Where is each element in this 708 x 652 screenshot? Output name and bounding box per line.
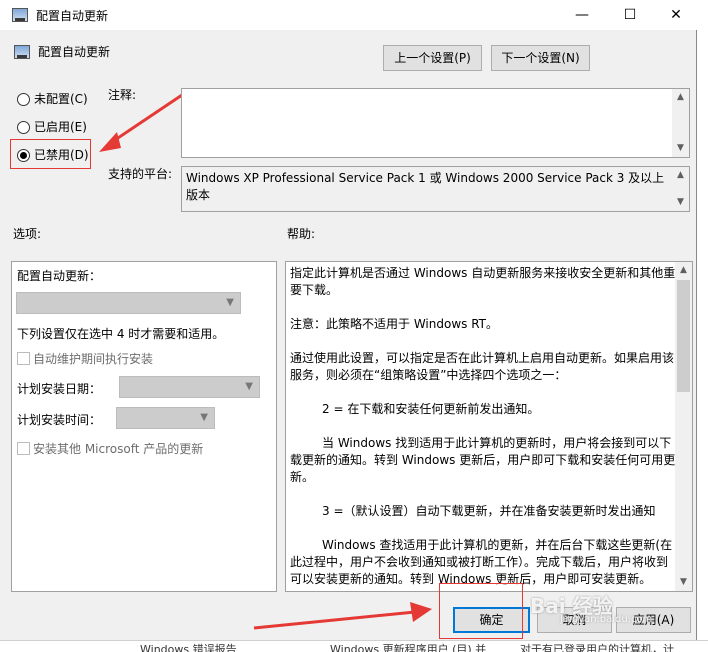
help-paragraph: 当 Windows 找到适用于此计算机的更新时，用户将会接到可以下载更新的通知。… <box>290 436 676 484</box>
install-day-dropdown[interactable]: ▼ <box>119 376 260 398</box>
platform-scrollbar[interactable]: ▲ ▼ <box>672 167 689 211</box>
options-note: 下列设置仅在选中 4 时才需要和适用。 <box>17 327 225 341</box>
policy-icon <box>14 45 30 59</box>
comment-textarea[interactable]: ▲ ▼ <box>181 88 690 158</box>
background-text-left: Windows 错误报告 <box>140 643 237 652</box>
install-time-label: 计划安装时间： <box>17 413 102 427</box>
radio-label: 已启用(E) <box>34 120 87 134</box>
maximize-button[interactable]: ☐ <box>607 0 653 30</box>
comment-label: 注释: <box>108 88 137 102</box>
platform-label: 支持的平台: <box>108 167 173 181</box>
radio-label: 未配置(C) <box>34 92 88 106</box>
maintenance-checkbox[interactable] <box>17 352 30 365</box>
background-text-mid: Windows 更新程序用户 (目) 并 <box>330 643 487 652</box>
chevron-down-icon[interactable]: ▼ <box>226 297 234 308</box>
help-scrollbar[interactable]: ▲ ▼ <box>675 262 692 591</box>
policy-name: 配置自动更新 <box>38 45 111 59</box>
chevron-down-icon[interactable]: ▼ <box>200 412 208 423</box>
platform-text: Windows XP Professional Service Pack 1 或… <box>186 171 665 202</box>
help-paragraph: 指定此计算机是否通过 Windows 自动更新服务来接收安全更新和其他重要下载。 <box>290 266 676 297</box>
scroll-up-icon[interactable]: ▲ <box>672 167 689 184</box>
help-panel: 指定此计算机是否通过 Windows 自动更新服务来接收安全更新和其他重要下载。… <box>285 261 693 592</box>
maintenance-checkbox-label: 自动维护期间执行安装 <box>33 352 154 366</box>
title-bar[interactable]: 配置自动更新 — ☐ ✕ <box>0 0 697 30</box>
other-products-checkbox-label: 安装其他 Microsoft 产品的更新 <box>33 442 204 456</box>
install-time-dropdown[interactable]: ▼ <box>116 407 215 429</box>
policy-settings-icon <box>12 8 28 22</box>
window-title: 配置自动更新 <box>36 9 109 23</box>
chevron-down-icon[interactable]: ▼ <box>245 381 253 392</box>
radio-circle[interactable] <box>17 93 30 106</box>
scroll-up-icon[interactable]: ▲ <box>675 262 692 279</box>
annotation-highlight-box <box>10 139 91 169</box>
configure-dropdown[interactable]: ▼ <box>16 292 241 314</box>
help-paragraph: 2 = 在下载和安装任何更新前发出通知。 <box>322 402 540 416</box>
annotation-arrow-icon <box>253 602 432 630</box>
previous-setting-button[interactable]: 上一个设置(P) <box>383 45 482 71</box>
scroll-down-icon[interactable]: ▼ <box>675 574 692 591</box>
help-paragraph: 3 =（默认设置）自动下载更新，并在准备安装更新时发出通知 <box>322 504 656 518</box>
scroll-thumb[interactable] <box>677 280 690 392</box>
options-label: 选项: <box>13 227 42 241</box>
other-products-checkbox[interactable] <box>17 442 30 455</box>
comment-scrollbar[interactable]: ▲ ▼ <box>672 89 689 157</box>
scroll-down-icon[interactable]: ▼ <box>672 140 689 157</box>
background-text-right: 对于有已登录用户的计算机，计 <box>520 643 674 652</box>
annotation-ok-highlight-box <box>439 583 523 639</box>
options-panel: 配置自动更新： ▼ 下列设置仅在选中 4 时才需要和适用。 自动维护期间执行安装… <box>11 261 277 592</box>
help-label: 帮助: <box>287 227 316 241</box>
watermark-url: jingyan.baidu.com <box>560 614 653 625</box>
help-paragraph: Windows 查找适用于此计算机的更新，并在后台下载这些更新(在此过程中，用户… <box>290 538 673 586</box>
radio-circle[interactable] <box>17 121 30 134</box>
help-text: 指定此计算机是否通过 Windows 自动更新服务来接收安全更新和其他重要下载。… <box>290 265 678 591</box>
help-paragraph: 注意：此策略不适用于 Windows RT。 <box>290 317 498 331</box>
close-button[interactable]: ✕ <box>653 0 699 30</box>
policy-dialog: 配置自动更新 — ☐ ✕ 配置自动更新 上一个设置(P) 下一个设置(N) 未配… <box>0 0 697 640</box>
next-setting-button[interactable]: 下一个设置(N) <box>491 45 590 71</box>
minimize-button[interactable]: — <box>559 0 605 30</box>
platform-box: Windows XP Professional Service Pack 1 或… <box>181 166 690 212</box>
configure-label: 配置自动更新： <box>17 269 102 283</box>
help-paragraph: 通过使用此设置，可以指定是否在此计算机上启用自动更新。如果启用该服务，则必须在“… <box>290 351 675 382</box>
background-window-bottom: Windows 错误报告 Windows 更新程序用户 (目) 并 对于有已登录… <box>0 640 708 652</box>
scroll-down-icon[interactable]: ▼ <box>672 194 689 211</box>
background-window-edge <box>696 0 708 652</box>
install-day-label: 计划安装日期： <box>17 382 102 396</box>
scroll-up-icon[interactable]: ▲ <box>672 89 689 106</box>
